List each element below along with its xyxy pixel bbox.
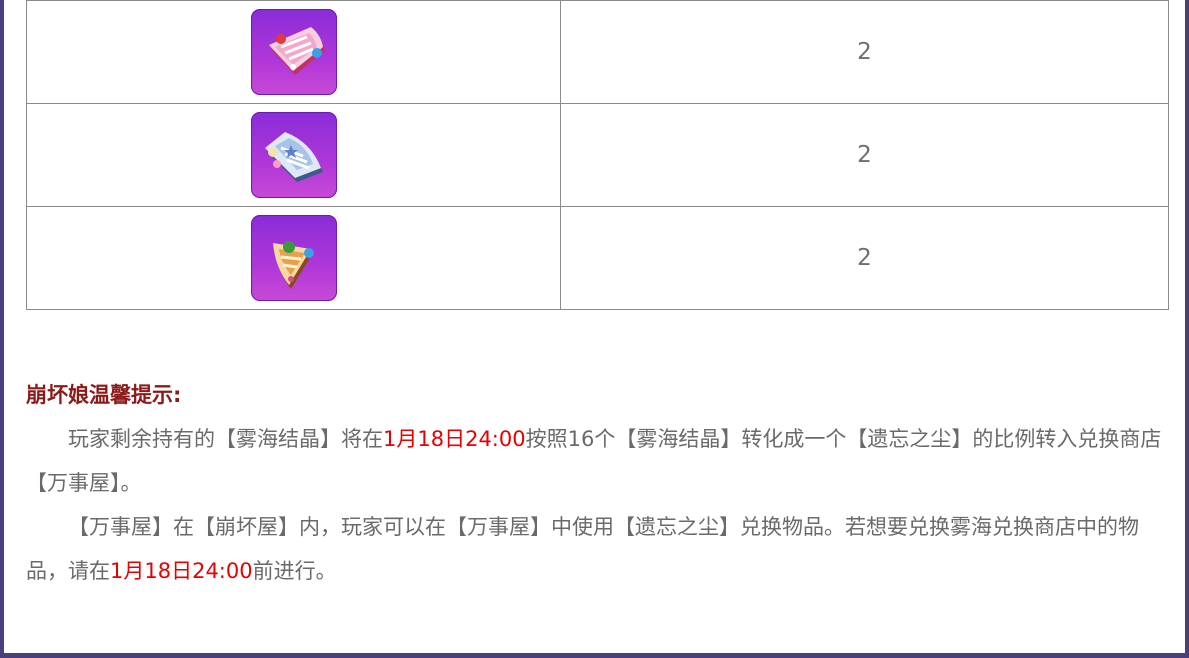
item-table: 2 2 2 bbox=[26, 0, 1169, 310]
item-count: 2 bbox=[857, 39, 872, 65]
tips-section: 崩坏娘温馨提示: 玩家剩余持有的【雾海结晶】将在1月18日24:00按照16个【… bbox=[26, 370, 1171, 593]
item-count-cell: 2 bbox=[560, 0, 1169, 104]
table-row: 2 bbox=[26, 206, 1169, 310]
tips-title: 崩坏娘温馨提示: bbox=[26, 383, 182, 407]
item-count-cell: 2 bbox=[560, 103, 1169, 207]
item-count-cell: 2 bbox=[560, 206, 1169, 310]
item-count: 2 bbox=[857, 142, 872, 168]
pink-fan-fragment-icon bbox=[250, 9, 337, 95]
item-icon-cell bbox=[26, 103, 561, 207]
tips-paragraph-2: 【万事屋】在【崩坏屋】内，玩家可以在【万事屋】中使用【遗忘之尘】兑换物品。若想要… bbox=[26, 505, 1171, 593]
highlight-date: 1月18日24:00 bbox=[110, 559, 253, 583]
content-frame: 2 2 2 崩坏娘温馨提示: 玩家剩余持有的【雾海结晶】将在1月18日24:00… bbox=[0, 0, 1189, 658]
item-icon-cell bbox=[26, 206, 561, 310]
table-row: 2 bbox=[26, 103, 1169, 207]
table-row: 2 bbox=[26, 0, 1169, 104]
tips-text: 前进行。 bbox=[252, 559, 337, 583]
tips-paragraph-1: 玩家剩余持有的【雾海结晶】将在1月18日24:00按照16个【雾海结晶】转化成一… bbox=[26, 417, 1171, 505]
blue-fan-fragment-icon bbox=[250, 112, 337, 198]
tips-text: 玩家剩余持有的【雾海结晶】将在 bbox=[68, 427, 383, 451]
item-icon-cell bbox=[26, 0, 561, 104]
highlight-date: 1月18日24:00 bbox=[383, 427, 526, 451]
item-count: 2 bbox=[857, 245, 872, 271]
gold-fan-fragment-icon bbox=[250, 215, 337, 301]
